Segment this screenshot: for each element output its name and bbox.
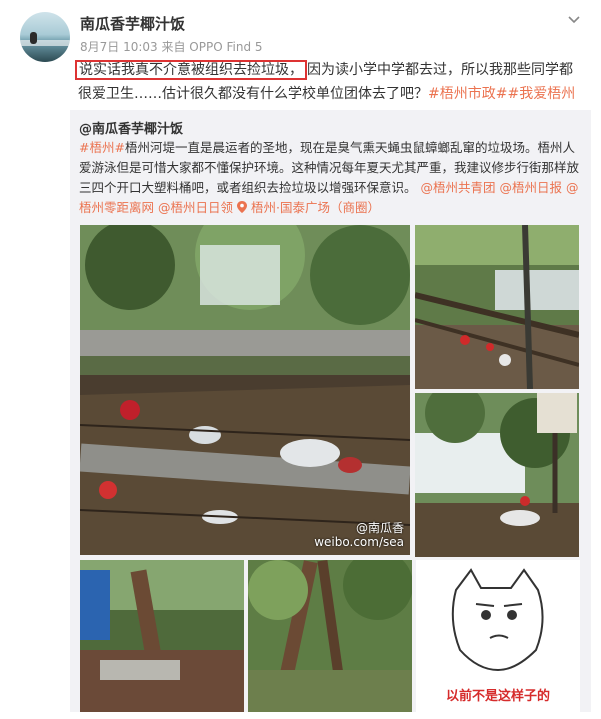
mention-link[interactable]: @梧州日日领 [158, 200, 233, 215]
topic-link[interactable]: #梧州# [79, 140, 125, 155]
photo-2[interactable] [415, 225, 579, 389]
topic-link[interactable]: #梧州市政# [428, 86, 507, 102]
photo-1[interactable]: @南瓜香 weibo.com/sea [80, 225, 410, 555]
author-name[interactable]: 南瓜香芋椰汁饭 [80, 13, 185, 34]
mention-link[interactable]: @梧州共青团 [421, 180, 496, 195]
photo-5[interactable] [248, 560, 412, 712]
location-label: 梧州·国泰广场（商圈） [250, 200, 380, 215]
highlighted-text: 说实话我真不介意被组织去捡垃圾， [75, 60, 307, 80]
meme-caption: 以前不是这样子的 [445, 689, 550, 704]
repost-box: @南瓜香芋椰汁饭 #梧州#梧州河堤一直是晨运者的圣地，现在是臭气熏天蝇虫鼠蟑螂乱… [70, 110, 591, 712]
repost-author[interactable]: @南瓜香芋椰汁饭 [79, 118, 183, 137]
photo-4[interactable] [80, 560, 244, 712]
location-link[interactable]: 梧州·国泰广场（商圈） [237, 200, 380, 215]
watermark: @南瓜香 weibo.com/sea [314, 521, 404, 549]
photo-3[interactable] [415, 393, 579, 557]
post-meta: 8月7日 10:03 来自 OPPO Find 5 [80, 40, 263, 54]
repost-text: #梧州#梧州河堤一直是晨运者的圣地，现在是臭气熏天蝇虫鼠蟑螂乱窜的垃圾场。梧州人… [79, 138, 584, 218]
meme-image[interactable]: 以前不是这样子的 [416, 560, 580, 712]
mention-link[interactable]: @梧州日报 [500, 180, 563, 195]
location-pin-icon [237, 201, 247, 213]
post-text-line2: 很爱卫生……估计很久都没有什么学校单位团体去了吧？ [78, 86, 428, 102]
weibo-post-card: 南瓜香芋椰汁饭 8月7日 10:03 来自 OPPO Find 5 说实话我真不… [0, 0, 601, 719]
avatar[interactable] [20, 12, 70, 62]
chevron-down-icon[interactable] [567, 12, 581, 26]
post-text-rest: 因为读小学中学都去过，所以我那些同学都 [307, 62, 573, 78]
